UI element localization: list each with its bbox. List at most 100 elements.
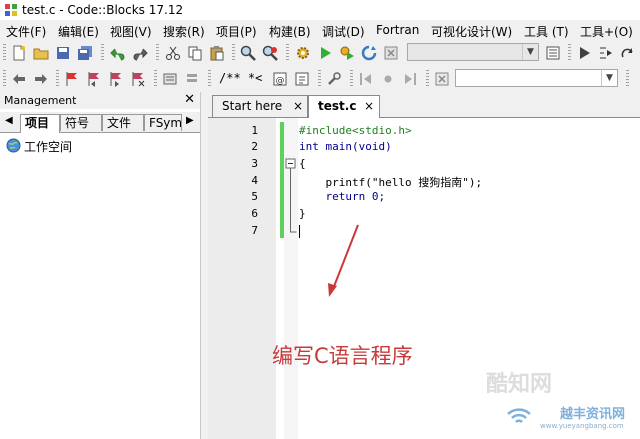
code-line: printf("hello 搜狗指南"); <box>299 176 483 189</box>
code-line: { <box>299 157 306 170</box>
menu-tools-plus[interactable]: 工具+(O) <box>580 23 633 40</box>
toggle-bookmark-icon[interactable] <box>64 71 80 87</box>
toggle-breakpoint-icon[interactable] <box>162 71 178 87</box>
menu-view[interactable]: 视图(V) <box>110 23 152 40</box>
show-select-target-icon[interactable] <box>545 45 561 61</box>
toolbar-grip[interactable] <box>626 70 629 88</box>
toolbar-grip[interactable] <box>568 44 571 62</box>
watermark-url: www.yueyangbang.com <box>540 422 624 430</box>
back-arrow-icon[interactable] <box>11 71 27 87</box>
toolbar-grip[interactable] <box>350 70 353 88</box>
fold-minus-icon[interactable] <box>284 156 298 242</box>
replace-icon[interactable] <box>262 45 278 61</box>
build-target-dropdown[interactable]: ▼ <box>407 43 539 61</box>
workspace-item[interactable]: 工作空间 <box>24 138 72 155</box>
toolbar-grip[interactable] <box>3 70 6 88</box>
doxywizard-icon[interactable]: @ <box>272 71 288 87</box>
toolbar-grip[interactable] <box>154 70 157 88</box>
forward-arrow-icon[interactable] <box>33 71 49 87</box>
stack-icon[interactable] <box>184 71 200 87</box>
toolbar-grip[interactable] <box>232 44 235 62</box>
code-editor[interactable]: 1 2 3 4 5 6 7 #include<stdio.h> int main… <box>208 118 640 439</box>
menu-search[interactable]: 搜索(R) <box>163 23 205 40</box>
abort-icon[interactable] <box>383 45 399 61</box>
jump-dot-icon[interactable] <box>380 71 396 87</box>
new-file-icon[interactable] <box>11 45 27 61</box>
toolbar-grip[interactable] <box>3 44 6 62</box>
chevron-down-icon[interactable]: ▼ <box>601 70 617 86</box>
line-number: 5 <box>251 190 258 203</box>
debug-run-icon[interactable] <box>576 45 592 61</box>
annotation-arrow <box>328 224 359 297</box>
undo-icon[interactable] <box>110 45 126 61</box>
code-line: } <box>299 207 306 220</box>
tab-projects[interactable]: 项目 <box>20 114 60 133</box>
line-number: 4 <box>251 174 258 187</box>
line-number-gutter: 1 2 3 4 5 6 7 <box>208 118 276 439</box>
build-and-run-icon[interactable] <box>339 45 355 61</box>
menu-visual-design[interactable]: 可视化设计(W) <box>431 23 512 40</box>
menu-file[interactable]: 文件(F) <box>6 23 46 40</box>
cut-icon[interactable] <box>165 45 181 61</box>
menu-edit[interactable]: 编辑(E) <box>58 23 99 40</box>
tab-symbols[interactable]: 符号 <box>60 114 102 131</box>
line-number: 3 <box>251 157 258 170</box>
html-doc-icon[interactable] <box>294 71 310 87</box>
menu-build[interactable]: 构建(B) <box>269 23 311 40</box>
next-bookmark-icon[interactable] <box>108 71 124 87</box>
wrench-icon[interactable] <box>326 71 342 87</box>
code-line: #include<stdio.h> <box>299 124 412 137</box>
save-icon[interactable] <box>55 45 71 61</box>
management-title: Management <box>4 94 77 107</box>
close-icon[interactable]: × <box>364 96 374 116</box>
toolbar-grip[interactable] <box>426 70 429 88</box>
code-completion-dropdown[interactable]: ▼ <box>455 69 618 87</box>
tab-start-here[interactable]: Start here × <box>212 95 308 117</box>
watermark-wifi-icon <box>507 408 531 423</box>
panel-splitter[interactable] <box>200 92 208 439</box>
build-gear-icon[interactable] <box>295 45 311 61</box>
toolbar-grip[interactable] <box>156 44 159 62</box>
run-icon[interactable] <box>317 45 333 61</box>
clear-bookmarks-icon[interactable] <box>130 71 146 87</box>
rebuild-icon[interactable] <box>361 45 377 61</box>
save-all-icon[interactable] <box>77 45 93 61</box>
jump-back-icon[interactable] <box>358 71 374 87</box>
close-icon[interactable]: × <box>293 96 303 116</box>
run-to-cursor-icon[interactable] <box>598 45 614 61</box>
next-line-icon[interactable] <box>620 45 636 61</box>
window-title: test.c - Code::Blocks 17.12 <box>22 3 184 17</box>
management-header: Management ✕ <box>0 92 200 109</box>
clear-search-icon[interactable] <box>434 71 450 87</box>
prev-bookmark-icon[interactable] <box>86 71 102 87</box>
toolbar-grip[interactable] <box>101 44 104 62</box>
copy-icon[interactable] <box>187 45 203 61</box>
line-number: 7 <box>251 224 258 237</box>
tab-scroll-right-icon[interactable]: ▶ <box>186 115 194 126</box>
line-number: 2 <box>251 140 258 153</box>
toolbar-grip[interactable] <box>56 70 59 88</box>
chevron-down-icon[interactable]: ▼ <box>522 44 538 60</box>
redo-icon[interactable] <box>132 45 148 61</box>
find-icon[interactable] <box>240 45 256 61</box>
close-icon[interactable]: ✕ <box>184 92 195 107</box>
toolbar-grip[interactable] <box>208 70 211 88</box>
paste-icon[interactable] <box>209 45 225 61</box>
workspace-globe-icon <box>6 138 21 153</box>
tab-label: Start here <box>222 99 283 113</box>
toolbar-grip[interactable] <box>318 70 321 88</box>
tab-scroll-left-icon[interactable]: ◀ <box>5 115 13 126</box>
menu-project[interactable]: 项目(P) <box>216 23 257 40</box>
tab-label: test.c <box>318 99 357 113</box>
menu-fortran[interactable]: Fortran <box>376 23 419 37</box>
menu-tools[interactable]: 工具 (T) <box>524 23 569 40</box>
jump-forward-icon[interactable] <box>402 71 418 87</box>
text-cursor <box>299 224 300 238</box>
tab-fsymbols[interactable]: FSym <box>144 114 182 131</box>
tab-test-c[interactable]: test.c × <box>308 95 380 118</box>
toolbar-grip[interactable] <box>286 44 289 62</box>
tab-files[interactable]: 文件 <box>102 114 144 131</box>
open-file-icon[interactable] <box>33 45 49 61</box>
menu-debug[interactable]: 调试(D) <box>322 23 365 40</box>
doxygen-comment-button[interactable]: /** *< <box>219 71 262 85</box>
